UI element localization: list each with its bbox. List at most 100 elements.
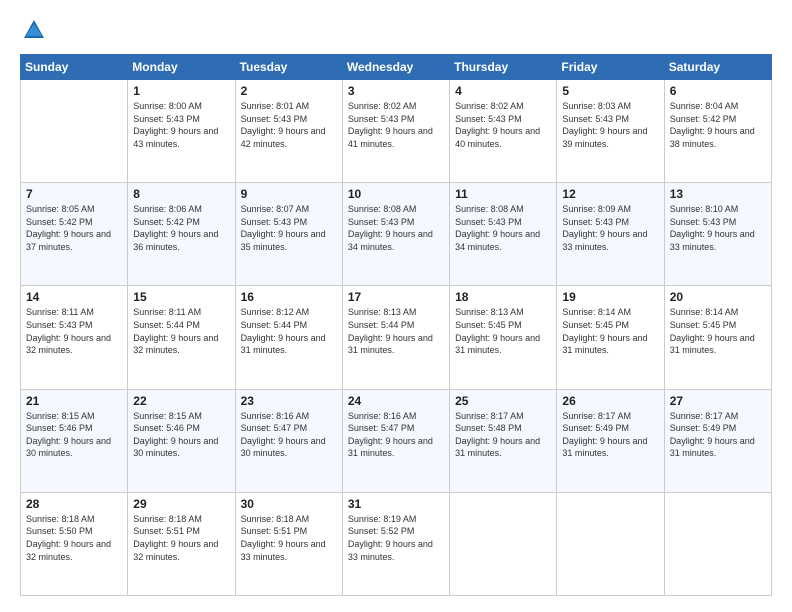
cell-info: Sunrise: 8:18 AMSunset: 5:50 PMDaylight:… — [26, 513, 122, 563]
day-number: 28 — [26, 497, 122, 511]
calendar-cell: 7 Sunrise: 8:05 AMSunset: 5:42 PMDaylight… — [21, 183, 128, 286]
cell-info: Sunrise: 8:16 AMSunset: 5:47 PMDaylight:… — [348, 410, 444, 460]
weekday-sunday: Sunday — [21, 55, 128, 80]
calendar-cell — [664, 492, 771, 595]
day-number: 12 — [562, 187, 658, 201]
calendar-cell: 30Sunrise: 8:18 AMSunset: 5:51 PMDayligh… — [235, 492, 342, 595]
day-number: 16 — [241, 290, 337, 304]
logo — [20, 16, 52, 44]
calendar-cell: 12 Sunrise: 8:09 AMSunset: 5:43 PMDayligh… — [557, 183, 664, 286]
week-row-1: 1 Sunrise: 8:00 AMSunset: 5:43 PMDaylight… — [21, 80, 772, 183]
cell-info: Sunrise: 8:18 AMSunset: 5:51 PMDaylight:… — [133, 513, 229, 563]
cell-info: Sunrise: 8:15 AMSunset: 5:46 PMDaylight:… — [133, 410, 229, 460]
weekday-monday: Monday — [128, 55, 235, 80]
day-number: 19 — [562, 290, 658, 304]
day-number: 4 — [455, 84, 551, 98]
day-number: 20 — [670, 290, 766, 304]
day-number: 17 — [348, 290, 444, 304]
cell-info: Sunrise: 8:13 AMSunset: 5:45 PMDaylight:… — [455, 306, 551, 356]
day-number: 6 — [670, 84, 766, 98]
calendar-cell: 4 Sunrise: 8:02 AMSunset: 5:43 PMDaylight… — [450, 80, 557, 183]
header — [20, 16, 772, 44]
day-number: 15 — [133, 290, 229, 304]
logo-icon — [20, 16, 48, 44]
day-number: 3 — [348, 84, 444, 98]
calendar-cell: 13 Sunrise: 8:10 AMSunset: 5:43 PMDayligh… — [664, 183, 771, 286]
day-number: 23 — [241, 394, 337, 408]
weekday-thursday: Thursday — [450, 55, 557, 80]
calendar-cell: 20 Sunrise: 8:14 AMSunset: 5:45 PMDayligh… — [664, 286, 771, 389]
weekday-tuesday: Tuesday — [235, 55, 342, 80]
calendar-cell: 26Sunrise: 8:17 AMSunset: 5:49 PMDayligh… — [557, 389, 664, 492]
cell-info: Sunrise: 8:09 AMSunset: 5:43 PMDaylight:… — [562, 203, 658, 253]
cell-info: Sunrise: 8:19 AMSunset: 5:52 PMDaylight:… — [348, 513, 444, 563]
calendar-cell: 9 Sunrise: 8:07 AMSunset: 5:43 PMDaylight… — [235, 183, 342, 286]
cell-info: Sunrise: 8:01 AMSunset: 5:43 PMDaylight:… — [241, 100, 337, 150]
cell-info: Sunrise: 8:16 AMSunset: 5:47 PMDaylight:… — [241, 410, 337, 460]
day-number: 24 — [348, 394, 444, 408]
cell-info: Sunrise: 8:18 AMSunset: 5:51 PMDaylight:… — [241, 513, 337, 563]
cell-info: Sunrise: 8:08 AMSunset: 5:43 PMDaylight:… — [348, 203, 444, 253]
calendar-cell: 23 Sunrise: 8:16 AMSunset: 5:47 PMDayligh… — [235, 389, 342, 492]
cell-info: Sunrise: 8:17 AMSunset: 5:48 PMDaylight:… — [455, 410, 551, 460]
calendar-cell: 11Sunrise: 8:08 AMSunset: 5:43 PMDayligh… — [450, 183, 557, 286]
cell-info: Sunrise: 8:00 AMSunset: 5:43 PMDaylight:… — [133, 100, 229, 150]
calendar-cell: 16 Sunrise: 8:12 AMSunset: 5:44 PMDayligh… — [235, 286, 342, 389]
cell-info: Sunrise: 8:02 AMSunset: 5:43 PMDaylight:… — [348, 100, 444, 150]
calendar-cell: 14 Sunrise: 8:11 AMSunset: 5:43 PMDayligh… — [21, 286, 128, 389]
day-number: 29 — [133, 497, 229, 511]
day-number: 26 — [562, 394, 658, 408]
calendar-cell: 28 Sunrise: 8:18 AMSunset: 5:50 PMDayligh… — [21, 492, 128, 595]
calendar-cell — [21, 80, 128, 183]
cell-info: Sunrise: 8:10 AMSunset: 5:43 PMDaylight:… — [670, 203, 766, 253]
cell-info: Sunrise: 8:14 AMSunset: 5:45 PMDaylight:… — [670, 306, 766, 356]
cell-info: Sunrise: 8:07 AMSunset: 5:43 PMDaylight:… — [241, 203, 337, 253]
calendar-cell: 24 Sunrise: 8:16 AMSunset: 5:47 PMDayligh… — [342, 389, 449, 492]
weekday-friday: Friday — [557, 55, 664, 80]
calendar-cell: 29 Sunrise: 8:18 AMSunset: 5:51 PMDayligh… — [128, 492, 235, 595]
day-number: 25 — [455, 394, 551, 408]
cell-info: Sunrise: 8:04 AMSunset: 5:42 PMDaylight:… — [670, 100, 766, 150]
day-number: 21 — [26, 394, 122, 408]
week-row-4: 21 Sunrise: 8:15 AMSunset: 5:46 PMDayligh… — [21, 389, 772, 492]
cell-info: Sunrise: 8:12 AMSunset: 5:44 PMDaylight:… — [241, 306, 337, 356]
calendar-cell — [557, 492, 664, 595]
day-number: 22 — [133, 394, 229, 408]
cell-info: Sunrise: 8:13 AMSunset: 5:44 PMDaylight:… — [348, 306, 444, 356]
day-number: 13 — [670, 187, 766, 201]
day-number: 2 — [241, 84, 337, 98]
day-number: 9 — [241, 187, 337, 201]
calendar-cell: 27Sunrise: 8:17 AMSunset: 5:49 PMDayligh… — [664, 389, 771, 492]
day-number: 8 — [133, 187, 229, 201]
weekday-header-row: SundayMondayTuesdayWednesdayThursdayFrid… — [21, 55, 772, 80]
page: SundayMondayTuesdayWednesdayThursdayFrid… — [0, 0, 792, 612]
day-number: 5 — [562, 84, 658, 98]
cell-info: Sunrise: 8:02 AMSunset: 5:43 PMDaylight:… — [455, 100, 551, 150]
calendar-cell: 5Sunrise: 8:03 AMSunset: 5:43 PMDaylight… — [557, 80, 664, 183]
week-row-3: 14 Sunrise: 8:11 AMSunset: 5:43 PMDayligh… — [21, 286, 772, 389]
calendar-cell: 15Sunrise: 8:11 AMSunset: 5:44 PMDayligh… — [128, 286, 235, 389]
calendar-cell: 18 Sunrise: 8:13 AMSunset: 5:45 PMDayligh… — [450, 286, 557, 389]
day-number: 18 — [455, 290, 551, 304]
weekday-wednesday: Wednesday — [342, 55, 449, 80]
cell-info: Sunrise: 8:14 AMSunset: 5:45 PMDaylight:… — [562, 306, 658, 356]
calendar-cell: 3 Sunrise: 8:02 AMSunset: 5:43 PMDaylight… — [342, 80, 449, 183]
cell-info: Sunrise: 8:08 AMSunset: 5:43 PMDaylight:… — [455, 203, 551, 253]
cell-info: Sunrise: 8:11 AMSunset: 5:43 PMDaylight:… — [26, 306, 122, 356]
calendar-cell: 25 Sunrise: 8:17 AMSunset: 5:48 PMDayligh… — [450, 389, 557, 492]
day-number: 1 — [133, 84, 229, 98]
cell-info: Sunrise: 8:05 AMSunset: 5:42 PMDaylight:… — [26, 203, 122, 253]
weekday-saturday: Saturday — [664, 55, 771, 80]
calendar-cell: 2 Sunrise: 8:01 AMSunset: 5:43 PMDaylight… — [235, 80, 342, 183]
calendar-cell: 21Sunrise: 8:15 AMSunset: 5:46 PMDayligh… — [21, 389, 128, 492]
calendar-cell: 10Sunrise: 8:08 AMSunset: 5:43 PMDayligh… — [342, 183, 449, 286]
calendar-cell: 1 Sunrise: 8:00 AMSunset: 5:43 PMDaylight… — [128, 80, 235, 183]
week-row-2: 7 Sunrise: 8:05 AMSunset: 5:42 PMDaylight… — [21, 183, 772, 286]
day-number: 7 — [26, 187, 122, 201]
day-number: 14 — [26, 290, 122, 304]
calendar-cell: 6 Sunrise: 8:04 AMSunset: 5:42 PMDaylight… — [664, 80, 771, 183]
cell-info: Sunrise: 8:06 AMSunset: 5:42 PMDaylight:… — [133, 203, 229, 253]
calendar-table: SundayMondayTuesdayWednesdayThursdayFrid… — [20, 54, 772, 596]
calendar-cell: 17 Sunrise: 8:13 AMSunset: 5:44 PMDayligh… — [342, 286, 449, 389]
day-number: 27 — [670, 394, 766, 408]
